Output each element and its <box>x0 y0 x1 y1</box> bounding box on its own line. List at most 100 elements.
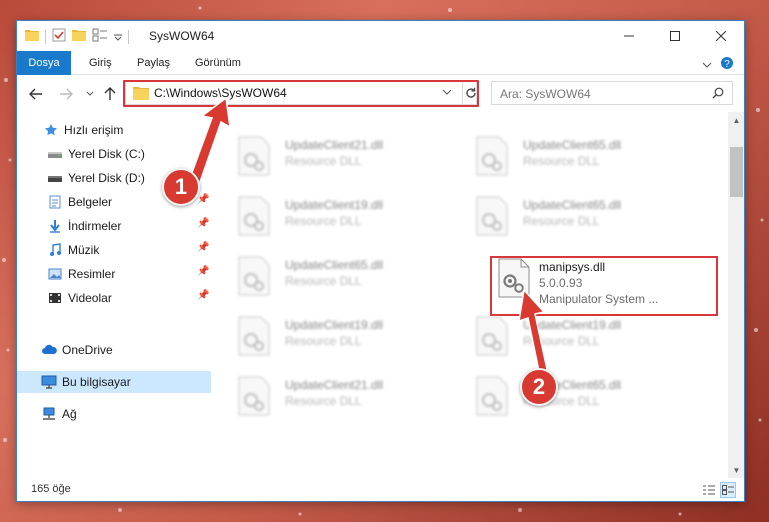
nav-item-this-pc[interactable]: Bu bilgisayar <box>17 371 211 393</box>
nav-item-label: Resimler <box>68 267 116 281</box>
file-tile[interactable]: UpdateClient21.dll Resource DLL <box>223 370 453 420</box>
view-switcher <box>701 482 736 498</box>
nav-item-pictures[interactable]: Resimler <box>47 263 115 285</box>
file-name: UpdateClient21.dll <box>285 378 384 392</box>
file-tile[interactable]: UpdateClient65.dll Resource DLL <box>461 130 691 180</box>
file-description: Resource DLL <box>523 154 600 168</box>
nav-item-videos[interactable]: Videolar <box>47 287 112 309</box>
file-name: UpdateClient65.dll <box>523 138 622 152</box>
file-tile[interactable]: UpdateClient65.dll Resource DLL <box>461 190 691 240</box>
network-icon <box>41 406 57 422</box>
pin-icon[interactable]: 📌 <box>197 242 209 253</box>
new-folder-icon[interactable] <box>72 29 86 44</box>
back-arrow-icon <box>29 88 42 100</box>
recent-locations-button[interactable] <box>81 85 99 103</box>
pin-icon[interactable]: 📌 <box>197 290 209 301</box>
customize-dropdown-icon[interactable] <box>114 30 122 44</box>
download-icon <box>47 218 63 234</box>
nav-item-documents[interactable]: Belgeler <box>47 191 112 213</box>
scroll-up-icon[interactable]: ▲ <box>728 112 744 128</box>
details-view-icon[interactable] <box>701 482 717 498</box>
pin-icon[interactable]: 📌 <box>197 266 209 277</box>
nav-item-onedrive[interactable]: OneDrive <box>41 339 113 361</box>
tiles-view-icon[interactable] <box>720 482 736 498</box>
scroll-down-icon[interactable]: ▼ <box>728 462 744 478</box>
drive-icon <box>47 146 63 162</box>
explorer-window: SysWOW64 Dosya Giriş Paylaş Görünüm ? C:… <box>16 20 745 502</box>
cloud-icon <box>41 342 57 358</box>
file-description: Resource DLL <box>285 274 362 288</box>
forward-arrow-icon <box>60 88 73 100</box>
ribbon-controls: ? <box>702 56 734 73</box>
help-icon[interactable]: ? <box>720 56 734 73</box>
nav-item-quick-access[interactable]: Hızlı erişim <box>43 119 123 141</box>
nav-item-local-disk-c[interactable]: Yerel Disk (C:) <box>47 143 145 165</box>
dll-file-icon <box>237 316 271 359</box>
dll-file-icon <box>475 316 509 359</box>
svg-text:?: ? <box>724 59 730 70</box>
up-button[interactable] <box>101 85 119 103</box>
file-tile[interactable]: UpdateClient19.dll Resource DLL <box>223 310 453 360</box>
videos-icon <box>47 290 63 306</box>
close-button[interactable] <box>698 21 744 51</box>
minimize-button[interactable] <box>606 21 652 51</box>
file-description: Resource DLL <box>285 334 362 348</box>
scroll-thumb[interactable] <box>730 147 743 197</box>
file-tile[interactable]: UpdateClient19.dll Resource DLL <box>461 310 691 360</box>
nav-item-label: Videolar <box>68 291 112 305</box>
up-arrow-icon <box>104 87 116 100</box>
dll-file-icon <box>237 256 271 299</box>
properties-icon[interactable] <box>52 28 66 45</box>
file-name: UpdateClient65.dll <box>285 258 384 272</box>
expand-ribbon-icon[interactable] <box>702 58 712 72</box>
file-description: Resource DLL <box>523 334 600 348</box>
tab-file[interactable]: Dosya <box>17 51 71 75</box>
forward-button[interactable] <box>57 85 75 103</box>
file-tile[interactable]: UpdateClient65.dll Resource DLL <box>461 370 691 420</box>
folder-icon <box>25 29 39 44</box>
tab-view[interactable]: Görünüm <box>195 51 241 75</box>
step-1-badge: 1 <box>162 168 200 206</box>
drive-icon <box>47 170 63 186</box>
documents-icon <box>47 194 63 210</box>
quick-access-toolbar <box>25 28 129 45</box>
ribbon-tabs: Dosya Giriş Paylaş Görünüm ? <box>17 51 744 75</box>
nav-item-label: Yerel Disk (C:) <box>68 147 145 161</box>
view-options-icon[interactable] <box>92 28 108 45</box>
search-box[interactable]: Ara: SysWOW64 <box>491 81 733 105</box>
file-description: Resource DLL <box>285 394 362 408</box>
dll-file-icon <box>237 376 271 419</box>
pin-icon[interactable]: 📌 <box>197 194 209 205</box>
tab-home[interactable]: Giriş <box>89 51 112 75</box>
nav-item-label: İndirmeler <box>68 219 122 233</box>
file-description: Resource DLL <box>285 154 362 168</box>
window-controls <box>606 21 744 51</box>
tab-share[interactable]: Paylaş <box>137 51 170 75</box>
nav-item-label: Müzik <box>68 243 100 257</box>
nav-item-local-disk-d[interactable]: Yerel Disk (D:) <box>47 167 145 189</box>
dll-file-icon <box>475 376 509 419</box>
nav-item-music[interactable]: Müzik <box>47 239 99 261</box>
step-2-badge: 2 <box>520 368 558 406</box>
dll-file-icon <box>475 136 509 179</box>
maximize-icon <box>670 31 680 41</box>
vertical-scrollbar[interactable]: ▲ ▼ <box>728 112 744 478</box>
nav-item-network[interactable]: Ağ <box>41 403 77 425</box>
file-tile[interactable]: UpdateClient65.dll Resource DLL <box>223 250 453 300</box>
chevron-down-icon <box>86 91 94 96</box>
maximize-button[interactable] <box>652 21 698 51</box>
file-name: UpdateClient19.dll <box>523 318 622 332</box>
navigation-pane: Hızlı erişim Yerel Disk (C:) Yerel Disk … <box>17 112 211 478</box>
toolbar-divider <box>128 29 129 44</box>
nav-item-downloads[interactable]: İndirmeler <box>47 215 121 237</box>
file-tile[interactable]: UpdateClient21.dll Resource DLL <box>223 130 453 180</box>
dll-file-icon <box>237 136 271 179</box>
file-name: UpdateClient19.dll <box>285 318 384 332</box>
file-description: Resource DLL <box>523 214 600 228</box>
file-tile[interactable]: UpdateClient19.dll Resource DLL <box>223 190 453 240</box>
star-icon <box>43 122 59 138</box>
item-count: 165 öğe <box>31 483 71 495</box>
back-button[interactable] <box>27 85 45 103</box>
pin-icon[interactable]: 📌 <box>197 218 209 229</box>
nav-item-label: Yerel Disk (D:) <box>68 171 145 185</box>
